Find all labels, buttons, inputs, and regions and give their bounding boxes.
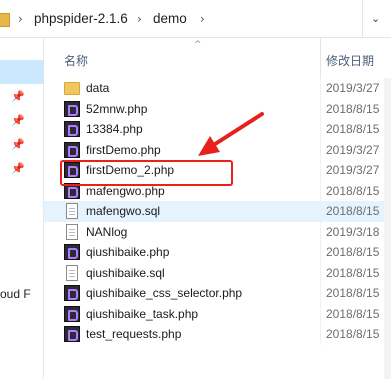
breadcrumb-item-demo[interactable]: demo — [153, 11, 187, 26]
file-name: qiushibaike.sql — [86, 265, 165, 280]
pin-icon[interactable]: 📌 — [11, 114, 25, 128]
address-dropdown-button[interactable]: ⌄ — [362, 0, 391, 38]
pin-icon[interactable]: 📌 — [11, 90, 25, 104]
file-row[interactable]: mafengwo.sql 2018/8/15 — [44, 201, 391, 222]
file-row[interactable]: qiushibaike.sql 2018/8/15 — [44, 262, 391, 283]
file-date: 2018/8/15 — [326, 122, 380, 136]
scrollbar[interactable] — [384, 78, 391, 379]
navigation-pane[interactable]: 📌 📌 📌 📌 oud F — [0, 38, 44, 379]
file-date: 2018/8/15 — [326, 306, 380, 321]
column-header-date[interactable]: 修改日期 — [326, 52, 374, 69]
pin-icon[interactable]: 📌 — [11, 138, 25, 152]
file-name: qiushibaike.php — [86, 245, 170, 259]
file-date: 2018/8/15 — [326, 265, 380, 280]
document-icon — [66, 223, 78, 240]
file-name: qiushibaike_task.php — [86, 306, 199, 321]
file-date: 2019/3/27 — [326, 163, 380, 177]
php-file-icon — [64, 326, 80, 342]
nav-selected-item[interactable] — [0, 60, 44, 84]
file-date: 2018/8/15 — [326, 245, 380, 259]
red-arrow-icon — [198, 112, 264, 156]
column-divider — [320, 242, 321, 263]
file-date: 2018/8/15 — [326, 327, 380, 341]
file-name: NANlog — [86, 224, 128, 239]
breadcrumb-separator: › — [18, 12, 23, 26]
document-icon — [66, 203, 78, 219]
file-date: 2019/3/27 — [326, 142, 380, 157]
breadcrumb-separator: › — [137, 12, 142, 26]
file-name: 13384.php — [86, 122, 143, 136]
file-row[interactable]: qiushibaike_css_selector.php 2018/8/15 — [44, 283, 391, 304]
column-divider — [320, 119, 321, 140]
chevron-down-icon: ⌄ — [371, 12, 381, 25]
column-divider — [320, 201, 321, 222]
file-row[interactable]: qiushibaike_task.php 2018/8/15 — [44, 303, 391, 324]
breadcrumb-item-phpspider[interactable]: phpspider-2.1.6 — [34, 11, 128, 26]
pin-icon[interactable]: 📌 — [11, 162, 25, 176]
php-file-icon — [64, 285, 80, 301]
column-divider — [320, 283, 321, 304]
folder-icon — [0, 13, 10, 27]
column-divider — [320, 303, 321, 324]
document-icon — [66, 264, 78, 281]
php-file-icon — [64, 100, 80, 117]
sort-indicator-icon: ^ — [194, 40, 202, 50]
file-name: data — [86, 81, 110, 95]
php-file-icon — [64, 141, 80, 158]
file-date: 2019/3/18 — [326, 224, 380, 239]
file-date: 2018/8/15 — [326, 101, 380, 116]
column-divider — [320, 139, 321, 160]
php-file-icon — [64, 121, 80, 137]
file-date: 2018/8/15 — [326, 204, 380, 218]
file-date: 2018/8/15 — [326, 183, 380, 198]
file-row[interactable]: test_requests.php 2018/8/15 — [44, 324, 391, 345]
php-file-icon — [64, 305, 80, 322]
column-divider[interactable] — [320, 38, 321, 78]
folder-icon — [64, 82, 80, 95]
breadcrumb-separator: › — [200, 12, 205, 26]
column-divider — [320, 324, 321, 345]
file-name: test_requests.php — [86, 327, 182, 341]
column-divider — [320, 78, 321, 99]
column-divider — [320, 180, 321, 201]
column-divider — [320, 160, 321, 181]
column-divider — [320, 98, 321, 119]
column-divider — [320, 262, 321, 283]
column-headers: ^ 名称 修改日期 — [44, 38, 391, 78]
address-bar[interactable]: › phpspider-2.1.6 › demo › ⌄ — [0, 0, 391, 38]
file-name: mafengwo.sql — [86, 204, 161, 218]
file-name: firstDemo.php — [86, 142, 161, 157]
file-date: 2019/3/27 — [326, 81, 380, 95]
file-row[interactable]: NANlog 2019/3/18 — [44, 221, 391, 242]
file-date: 2018/8/15 — [326, 286, 380, 300]
nav-item-label[interactable]: oud F — [0, 287, 31, 301]
column-header-name[interactable]: 名称 — [64, 52, 88, 69]
php-file-icon — [64, 244, 80, 260]
file-name: 52mnw.php — [86, 101, 148, 116]
file-row[interactable]: data 2019/3/27 — [44, 78, 391, 99]
file-name: qiushibaike_css_selector.php — [86, 286, 243, 300]
column-divider — [320, 221, 321, 242]
file-row[interactable]: qiushibaike.php 2018/8/15 — [44, 242, 391, 263]
